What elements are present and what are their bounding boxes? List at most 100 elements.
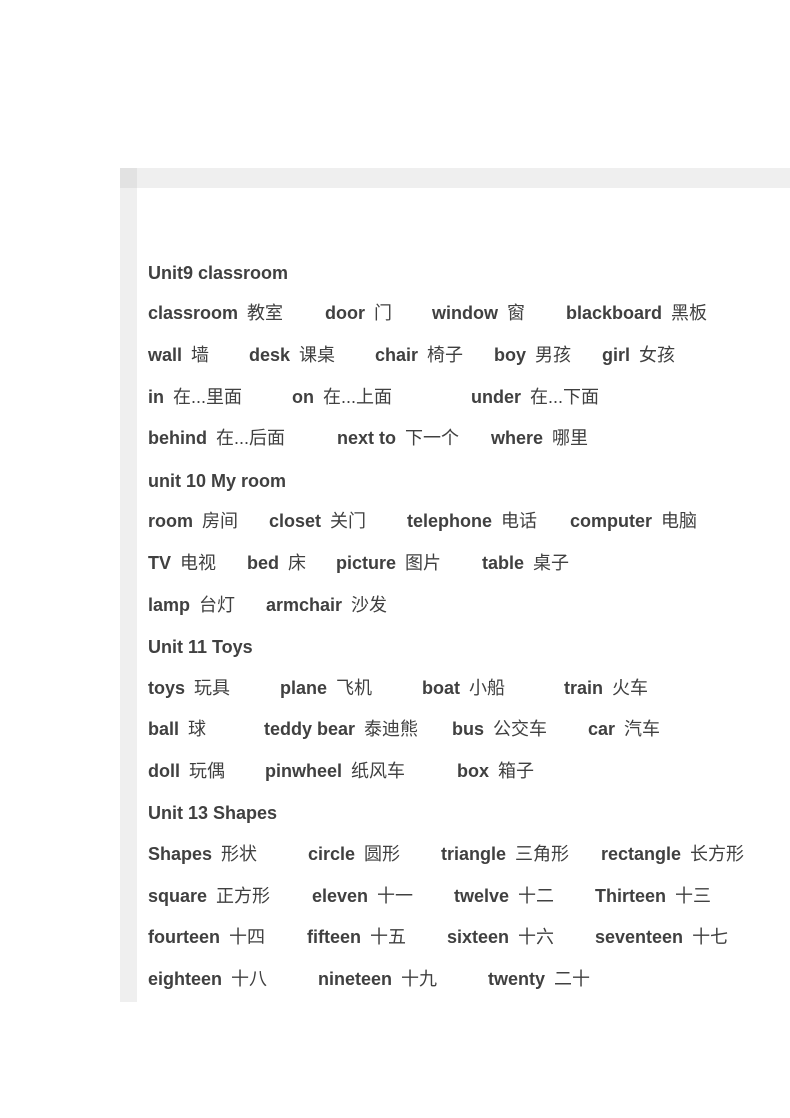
vocabulary-item: armchair 沙发 — [266, 593, 387, 617]
english-word: fourteen — [148, 927, 220, 947]
vocabulary-item: window 窗 — [432, 301, 525, 325]
english-word: fifteen — [307, 927, 361, 947]
english-word: room — [148, 511, 193, 531]
chinese-meaning: 十二 — [518, 886, 555, 906]
vocabulary-item: TV 电视 — [148, 551, 216, 575]
chinese-meaning: 黑板 — [671, 303, 708, 323]
english-word: armchair — [266, 595, 343, 615]
vocabulary-item: square 正方形 — [148, 884, 270, 908]
english-word: doll — [148, 761, 180, 781]
chinese-meaning: 下一个 — [405, 428, 460, 448]
english-word: table — [482, 553, 525, 573]
english-word: chair — [375, 345, 419, 365]
chinese-meaning: 纸风车 — [351, 761, 406, 781]
unit-heading: Unit 11 Toys — [148, 637, 253, 657]
vocabulary-item: twenty 二十 — [488, 967, 590, 991]
english-word: sixteen — [447, 927, 510, 947]
chinese-meaning: 房间 — [202, 511, 238, 531]
vocabulary-item: room 房间 — [148, 509, 238, 533]
english-word: telephone — [407, 511, 493, 531]
chinese-meaning: 关门 — [330, 511, 367, 531]
english-word: boat — [422, 678, 460, 698]
vocabulary-item: Shapes 形状 — [148, 842, 257, 866]
english-word: under — [471, 387, 522, 407]
english-word: nineteen — [318, 969, 393, 989]
english-word: window — [432, 303, 498, 323]
english-word: square — [148, 886, 208, 906]
english-word: box — [457, 761, 490, 781]
chinese-meaning: 男孩 — [535, 345, 572, 365]
english-word: where — [491, 428, 544, 448]
english-word: triangle — [441, 844, 507, 864]
chinese-meaning: 在...后面 — [216, 428, 286, 448]
vocabulary-item: fourteen 十四 — [148, 925, 265, 949]
vocabulary-row: lamp 台灯 armchair 沙发 — [0, 593, 790, 617]
english-word: seventeen — [595, 927, 684, 947]
chinese-meaning: 台灯 — [199, 595, 236, 615]
vocabulary-item: classroom 教室 — [148, 301, 283, 325]
english-word: girl — [602, 345, 631, 365]
chinese-meaning: 十一 — [377, 886, 414, 906]
chinese-meaning: 女孩 — [639, 345, 676, 365]
english-word: TV — [148, 553, 172, 573]
vocabulary-item: behind 在...后面 — [148, 426, 285, 450]
vocabulary-item: boy 男孩 — [494, 343, 571, 367]
english-word: twelve — [454, 886, 510, 906]
english-word: classroom — [148, 303, 239, 323]
vocabulary-row: doll 玩偶 pinwheel 纸风车 box 箱子 — [0, 759, 790, 783]
vocabulary-item: blackboard 黑板 — [566, 301, 707, 325]
vocabulary-item: twelve 十二 — [454, 884, 554, 908]
english-word: circle — [308, 844, 356, 864]
vocabulary-item: fifteen 十五 — [307, 925, 406, 949]
chinese-meaning: 电话 — [501, 511, 538, 531]
vocabulary-row: TV 电视 bed 床 picture 图片 table 桌子 — [0, 551, 790, 575]
chinese-meaning: 十九 — [401, 969, 438, 989]
vocabulary-row: classroom 教室 door 门 window 窗 blackboard 黑板 — [0, 301, 790, 325]
vocabulary-item: girl 女孩 — [602, 343, 675, 367]
vocabulary-item: car 汽车 — [588, 717, 660, 741]
vocabulary-item: lamp 台灯 — [148, 593, 235, 617]
vocabulary-item: rectangle 长方形 — [601, 842, 744, 866]
vocabulary-item: in 在...里面 — [148, 385, 242, 409]
vocabulary-item: pinwheel 纸风车 — [265, 759, 405, 783]
vocabulary-item: next to 下一个 — [337, 426, 459, 450]
english-word: toys — [148, 678, 186, 698]
vocabulary-row: room 房间 closet 关门 telephone 电话 computer 电脑 — [0, 509, 790, 533]
vocabulary-item: table 桌子 — [482, 551, 569, 575]
english-word: car — [588, 719, 616, 739]
vocabulary-row: toys 玩具 plane 飞机 boat 小船 train 火车 — [0, 676, 790, 700]
chinese-meaning: 箱子 — [498, 761, 535, 781]
english-word: picture — [336, 553, 397, 573]
vocabulary-item: computer 电脑 — [570, 509, 697, 533]
english-word: eighteen — [148, 969, 223, 989]
vocabulary-item: doll 玩偶 — [148, 759, 225, 783]
chinese-meaning: 十三 — [675, 886, 712, 906]
english-word: wall — [148, 345, 183, 365]
vocabulary-item: where 哪里 — [491, 426, 588, 450]
chinese-meaning: 公交车 — [493, 719, 548, 739]
vocabulary-item: bus 公交车 — [452, 717, 547, 741]
chinese-meaning: 正方形 — [216, 886, 271, 906]
english-word: bus — [452, 719, 485, 739]
vocabulary-item: telephone 电话 — [407, 509, 537, 533]
english-word: twenty — [488, 969, 546, 989]
unit-heading: Unit 13 Shapes — [148, 803, 278, 823]
vocabulary-item: bed 床 — [247, 551, 306, 575]
vocabulary-item: boat 小船 — [422, 676, 505, 700]
vocabulary-item: closet 关门 — [269, 509, 366, 533]
vocabulary-row: ball 球 teddy bear 泰迪熊 bus 公交车 car 汽车 — [0, 717, 790, 741]
chinese-meaning: 沙发 — [351, 595, 388, 615]
chinese-meaning: 在...上面 — [323, 387, 393, 407]
english-word: boy — [494, 345, 527, 365]
chinese-meaning: 椅子 — [427, 345, 464, 365]
chinese-meaning: 课桌 — [299, 345, 336, 365]
vocabulary-item: circle 圆形 — [308, 842, 400, 866]
chinese-meaning: 在...下面 — [530, 387, 600, 407]
vocabulary-row: wall 墙 desk 课桌 chair 椅子 boy 男孩 girl 女孩 — [0, 343, 790, 367]
chinese-meaning: 十八 — [231, 969, 268, 989]
english-word: bed — [247, 553, 280, 573]
vocabulary-item: toys 玩具 — [148, 676, 230, 700]
english-word: train — [564, 678, 604, 698]
vocabulary-item: nineteen 十九 — [318, 967, 437, 991]
english-word: behind — [148, 428, 207, 448]
